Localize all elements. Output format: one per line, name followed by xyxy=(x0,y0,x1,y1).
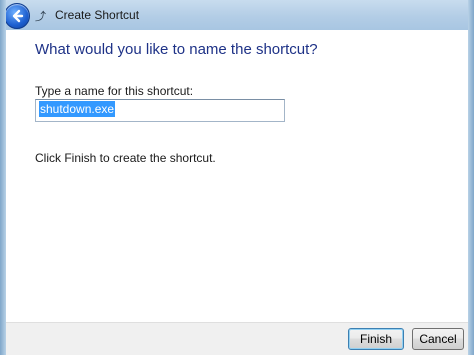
wizard-content: What would you like to name the shortcut… xyxy=(6,30,468,322)
finish-hint-text: Click Finish to create the shortcut. xyxy=(35,151,216,165)
forward-arrow-icon: ⤴ xyxy=(35,11,46,23)
cancel-button[interactable]: Cancel xyxy=(412,328,464,350)
create-shortcut-window: ⤴ Create Shortcut What would you like to… xyxy=(0,0,474,355)
finish-button[interactable]: Finish xyxy=(348,328,404,350)
window-frame-right xyxy=(468,0,474,355)
shortcut-name-selected-text: shutdown.exe xyxy=(39,101,116,117)
shortcut-name-label: Type a name for this shortcut: xyxy=(35,84,194,98)
shortcut-name-input[interactable]: shutdown.exe xyxy=(35,99,285,122)
back-arrow-icon xyxy=(12,9,24,23)
window-title: Create Shortcut xyxy=(55,8,140,22)
button-bar: Finish Cancel xyxy=(6,322,468,355)
title-bar: ⤴ Create Shortcut xyxy=(0,0,474,30)
page-heading: What would you like to name the shortcut… xyxy=(35,41,318,58)
back-button[interactable] xyxy=(4,3,30,29)
